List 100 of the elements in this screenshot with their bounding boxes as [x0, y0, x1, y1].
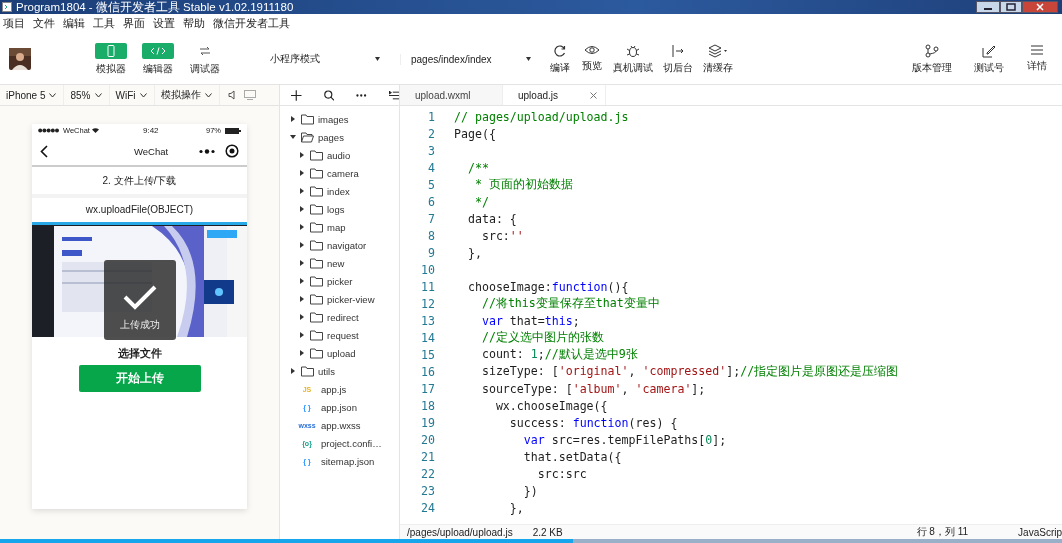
mode-dropdown[interactable]: 小程序模式 [270, 52, 388, 66]
simulator-dropdown[interactable]: iPhone 5 [0, 85, 65, 105]
toolbar-button[interactable]: 预览 [581, 43, 603, 75]
file-tree-item[interactable]: upload [299, 344, 399, 362]
choose-file-label[interactable]: 选择文件 [117, 346, 162, 361]
editor-tab[interactable]: upload.wxml [400, 85, 503, 105]
menu-item[interactable]: 工具 [93, 17, 115, 31]
file-tree-item[interactable]: redirect [299, 308, 399, 326]
code-line: Page({ [454, 126, 496, 141]
line-number: 2 [427, 126, 435, 141]
file-tree-item[interactable]: images [290, 110, 399, 128]
language-mode[interactable]: JavaScrip [1018, 526, 1062, 538]
file-tree-item[interactable]: camera [299, 164, 399, 182]
file-tree-item[interactable]: audio [299, 146, 399, 164]
checkmark-icon [123, 284, 157, 310]
simulator-dropdown[interactable]: 85% [64, 85, 110, 105]
folder-icon [310, 203, 323, 215]
file-tree-item[interactable]: navigator [299, 236, 399, 254]
close-icon[interactable] [1022, 1, 1058, 13]
view-toggle-button[interactable]: 编辑器 [141, 42, 175, 76]
file-tree-item[interactable]: logs [299, 200, 399, 218]
menu-item[interactable]: 编辑 [63, 17, 85, 31]
code-line: success: function(res) { [508, 415, 678, 430]
toolbar-button[interactable]: 切后台 [663, 43, 693, 75]
chevron-down-icon [94, 92, 102, 98]
line-number: 9 [427, 245, 435, 260]
code-line: chooseImage:function(){ [466, 279, 629, 294]
line-number: 13 [420, 313, 435, 328]
file-tree-item[interactable]: map [299, 218, 399, 236]
folder-icon [310, 329, 323, 341]
code-line: sourceType: ['album', 'camera']; [480, 381, 706, 396]
code-line: sizeType: ['original', 'compressed'];//指定图片是原图还是压缩图 [480, 364, 899, 379]
maximize-icon[interactable] [1000, 1, 1022, 13]
menu-item[interactable]: 界面 [123, 17, 145, 31]
file-tree-item[interactable]: picker-view [299, 290, 399, 308]
line-number: 21 [420, 449, 435, 464]
line-number: 22 [420, 466, 435, 481]
simulator-dropdown[interactable]: 模拟操作 [154, 85, 220, 105]
menu-item[interactable]: 项目 [3, 17, 25, 31]
file-tree-item[interactable]: picker [299, 272, 399, 290]
search-icon[interactable] [323, 89, 334, 101]
file-tree-item[interactable]: request [299, 326, 399, 344]
menu-item[interactable]: 微信开发者工具 [213, 17, 290, 31]
view-toggle-button[interactable]: 调试器 [188, 42, 222, 76]
toolbar-button[interactable]: 版本管理 [912, 43, 952, 75]
video-progress-track[interactable] [0, 539, 1062, 543]
menu-item[interactable]: 帮助 [183, 17, 205, 31]
outline-icon[interactable] [388, 90, 399, 100]
nav-title: WeChat [134, 145, 169, 157]
switch-icon [671, 43, 685, 58]
signal-icon [38, 128, 60, 133]
cursor-position: 行 8，列 11 [916, 525, 969, 539]
toolbar-button[interactable]: 详情 [1026, 43, 1048, 75]
add-icon[interactable] [291, 89, 302, 101]
code-line: count: 1;//默认是选中9张 [480, 347, 638, 362]
menu-icon [1030, 43, 1044, 56]
window-title: Program1804 - 微信开发者工具 Stable v1.02.1911180 [16, 0, 294, 15]
more-icon[interactable] [356, 93, 367, 97]
menu-item[interactable]: 文件 [33, 17, 55, 31]
toolbar-button[interactable]: 编译 [549, 43, 571, 75]
file-tree-item[interactable]: utils [290, 362, 399, 380]
code-line: //将this变量保存至that变量中 [480, 296, 660, 311]
record-icon[interactable] [225, 144, 239, 158]
phone-icon [107, 44, 115, 57]
page-heading: 2. 文件上传/下载 [32, 167, 247, 198]
app-icon [2, 2, 12, 12]
view-toggle-button[interactable]: 模拟器 [94, 42, 128, 76]
file-tree-item[interactable]: pages [290, 128, 399, 146]
simulator-dropdown[interactable]: WiFi [109, 85, 155, 105]
speaker-icon[interactable] [226, 90, 237, 100]
file-tree-item[interactable]: new [299, 254, 399, 272]
more-icon[interactable] [199, 148, 215, 154]
line-number: 6 [427, 194, 435, 209]
folder-icon [310, 311, 323, 323]
code-line: * 页面的初始数据 [473, 177, 573, 192]
file-size: 2.2 KB [532, 526, 563, 538]
close-icon[interactable] [590, 91, 597, 99]
line-number: 11 [420, 279, 435, 294]
toast: 上传成功 [104, 260, 176, 340]
line-number: 16 [420, 364, 435, 379]
code-line: that.setData({ [522, 449, 622, 464]
code-icon [150, 46, 166, 55]
toolbar-button[interactable]: 真机调试 [613, 43, 653, 75]
code-line: //定义选中图片的张数 [480, 330, 604, 345]
menu-item[interactable]: 设置 [153, 17, 175, 31]
code-line: data: { [466, 211, 517, 226]
file-tree-item[interactable]: index [299, 182, 399, 200]
minimize-icon[interactable] [976, 1, 1000, 13]
folder-icon [310, 149, 323, 161]
line-number: 24 [420, 500, 435, 515]
page-dropdown[interactable]: pages/index/index [400, 53, 541, 65]
eye-icon [584, 43, 600, 56]
line-number: 17 [420, 381, 435, 396]
code-line: }, [466, 245, 482, 260]
folder-icon [310, 293, 323, 305]
line-number: 20 [420, 432, 435, 447]
toolbar-button[interactable]: 测试号 [974, 43, 1004, 75]
toolbar-button[interactable]: 清缓存 [703, 43, 733, 75]
chevron-down-icon [204, 92, 212, 98]
back-icon[interactable] [40, 144, 48, 158]
